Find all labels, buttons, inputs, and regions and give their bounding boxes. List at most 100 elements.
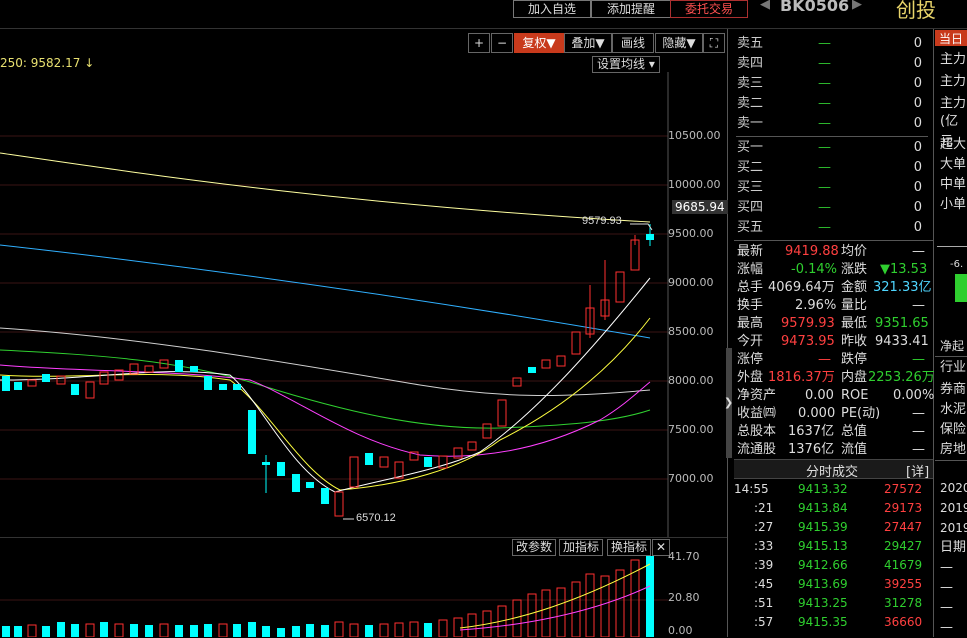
vol-tick: 41.70 — [668, 550, 700, 563]
order-volume: 0 — [913, 180, 922, 195]
volume-bar — [57, 622, 65, 637]
candle — [42, 374, 50, 382]
sector-item[interactable]: 水泥 — [940, 400, 966, 420]
tick-volume: 29427 — [884, 539, 923, 553]
draw-line-button[interactable]: 画线 — [612, 33, 654, 53]
order-book-row: 买五 — 0 — [734, 218, 930, 238]
eps-label: 收益㈣ — [737, 406, 777, 421]
open-label: 今开 — [737, 334, 764, 349]
order-volume: 0 — [913, 160, 922, 175]
order-volume: 0 — [913, 116, 922, 131]
turnover-value: 2.96% — [795, 298, 837, 313]
prev-close-value: 9433.41 — [875, 334, 929, 349]
order-level: 买三 — [737, 180, 764, 195]
tick-row: :45 9413.69 39255 — [734, 574, 932, 594]
y-tick: 8000.00 — [668, 374, 714, 387]
restore-rights-button[interactable]: 复权▼ — [514, 33, 564, 53]
tick-time: :57 — [754, 615, 774, 629]
side-divider — [935, 356, 967, 357]
volume-bar — [349, 623, 359, 637]
quote-panel-border — [933, 29, 934, 637]
order-level: 买五 — [737, 220, 764, 235]
volume-chart[interactable] — [0, 556, 668, 637]
hide-label: 隐藏 — [662, 36, 687, 50]
add-alert-button[interactable]: 添加提醒 — [591, 0, 671, 18]
volume-bar — [130, 624, 138, 637]
tab-today[interactable]: 当日 — [935, 30, 967, 46]
tick-row: :57 9415.35 36660 — [734, 612, 932, 632]
fund-flow-item: 主力 — [940, 96, 967, 111]
volume-bar — [424, 623, 432, 637]
pe-label: PE(动) — [841, 406, 881, 421]
sector-item[interactable]: 保险 — [940, 420, 966, 440]
limit-up-value: — — [818, 352, 831, 367]
chevron-down-icon: ▼ — [686, 36, 696, 50]
sector-item[interactable]: 券商 — [940, 380, 966, 400]
order-volume: 0 — [913, 220, 922, 235]
edit-params-button[interactable]: 改参数 — [512, 539, 557, 556]
add-indicator-button[interactable]: 加指标 — [559, 539, 604, 556]
date-row: — — [940, 580, 953, 595]
hide-button[interactable]: 隐藏▼ — [655, 33, 703, 53]
sector-item[interactable]: 房地 — [940, 440, 966, 460]
order-level: 买二 — [737, 160, 764, 175]
order-volume: 0 — [913, 76, 922, 91]
latest-value: 9419.88 — [785, 244, 839, 259]
volume-bars — [2, 556, 654, 637]
tick-row: 14:55 9413.32 27572 — [734, 479, 932, 499]
year-item: 2019 — [940, 521, 967, 535]
volume-bar — [42, 626, 50, 637]
next-arrow-icon[interactable]: ▶ — [852, 0, 862, 12]
limit-up-label: 涨停 — [737, 352, 764, 367]
candle — [482, 423, 492, 439]
zoom-in-button[interactable]: + — [468, 33, 490, 53]
limit-down-label: 跌停 — [841, 352, 868, 367]
float-value-label: 流值 — [841, 442, 868, 457]
float-shares-label: 流通股 — [737, 442, 777, 457]
restore-rights-label: 复权 — [522, 36, 547, 50]
order-level: 卖三 — [737, 76, 764, 91]
order-volume: 0 — [913, 96, 922, 111]
prev-arrow-icon[interactable]: ◀ — [760, 0, 770, 12]
order-volume: 0 — [913, 56, 922, 71]
ma-settings-dropdown[interactable]: 设置均线 ▾ — [592, 56, 660, 73]
add-to-watchlist-button[interactable]: 加入自选 — [513, 0, 591, 18]
candle — [262, 462, 270, 465]
low-value: 9351.65 — [875, 316, 929, 331]
vol-tick: 0.00 — [668, 624, 693, 637]
candle — [556, 355, 566, 367]
order-price: — — [818, 160, 831, 175]
chg-pct-label: 涨幅 — [737, 262, 764, 277]
candle — [85, 381, 95, 399]
overlay-label: 叠加 — [571, 36, 596, 50]
tick-time: :39 — [754, 558, 774, 572]
y-tick: 9000.00 — [668, 276, 714, 289]
trade-button[interactable]: 委托交易 — [670, 0, 748, 18]
collapse-arrow-icon[interactable]: ❯ — [724, 396, 733, 409]
volume-bar — [512, 599, 522, 637]
volume-bar — [145, 625, 153, 637]
pe-value: — — [912, 406, 925, 421]
total-value-label: 总值 — [841, 424, 868, 439]
order-volume: 0 — [913, 140, 922, 155]
overlay-button[interactable]: 叠加▼ — [564, 33, 612, 53]
fund-flow-item: (亿元 — [940, 114, 959, 149]
tick-volume: 29173 — [884, 501, 923, 515]
volume-bar — [556, 587, 566, 637]
ticks-detail-link[interactable]: [详] — [906, 461, 929, 480]
candle — [334, 491, 344, 517]
candlestick-chart[interactable]: 9579.93 6570.12 — [0, 72, 727, 537]
switch-indicator-button[interactable]: 换指标 — [607, 539, 652, 556]
y-tick: 7000.00 — [668, 472, 714, 485]
volume-bar — [85, 623, 95, 637]
fullscreen-button[interactable]: ⛶ — [703, 33, 725, 53]
zoom-out-button[interactable]: − — [491, 33, 513, 53]
ma250-legend: 250: 9582.17 ↓ — [0, 56, 94, 70]
fund-flow-item: 小单 — [940, 197, 967, 212]
tick-price: 9415.39 — [798, 520, 848, 534]
order-level: 卖一 — [737, 116, 764, 131]
tick-row: :27 9415.39 27447 — [734, 517, 932, 537]
index-code: BK0506 — [780, 0, 850, 15]
volume-bar — [646, 556, 654, 637]
open-value: 9473.95 — [781, 334, 835, 349]
